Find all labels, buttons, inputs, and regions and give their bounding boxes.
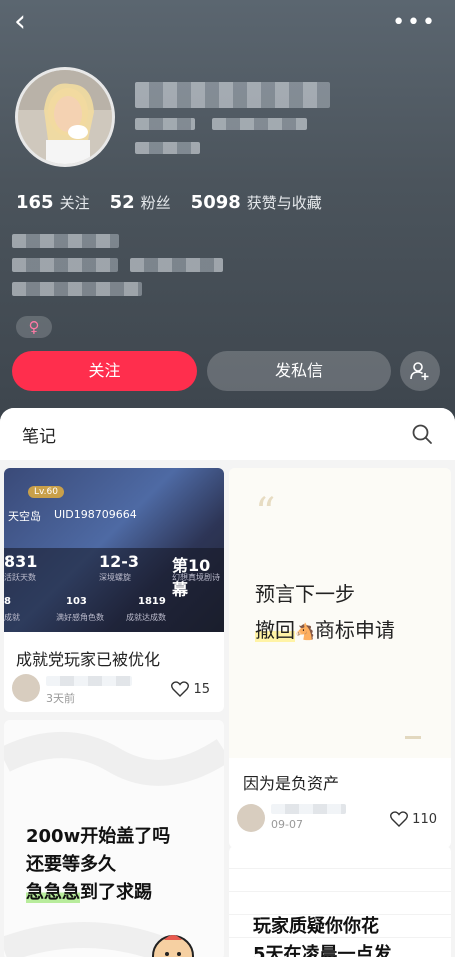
- follow-button[interactable]: 关注: [12, 351, 197, 391]
- notes-tabbar: 笔记: [0, 408, 455, 460]
- ip-blurred: [212, 118, 307, 130]
- stat-following[interactable]: 165 关注: [16, 192, 90, 213]
- game-stat-label: 成就达成数: [126, 613, 166, 622]
- cover-line: 5天在凌晨一点发: [253, 944, 392, 957]
- profile-header: ‹ ••• 165 关注 52 粉丝 5098 获赞与收藏 ♀ 关注 发私信: [0, 0, 455, 410]
- game-uid: UID198709664: [54, 508, 137, 521]
- bio-line-1: [12, 234, 119, 248]
- divider: [405, 736, 421, 739]
- game-stat-label: 满好感角色数: [56, 613, 104, 622]
- notes-sheet: 笔记 Lv.60 天空岛 UID198709664 831 活跃天数 12-3 …: [0, 408, 455, 957]
- game-stat-value: 12-3: [99, 552, 140, 571]
- note-date: 09-07: [271, 818, 303, 831]
- bio-line-2b: [130, 258, 223, 272]
- add-user-icon: [410, 362, 429, 380]
- like-count: 15: [193, 681, 210, 697]
- avatar-image: [18, 70, 112, 164]
- back-icon[interactable]: ‹: [14, 7, 42, 38]
- author-avatar: [12, 674, 40, 702]
- more-icon[interactable]: •••: [392, 10, 437, 35]
- profile-stats: 165 关注 52 粉丝 5098 获赞与收藏: [16, 192, 322, 213]
- note-card[interactable]: 200w开始盖了吗 还要等多久 急急急到了求踢: [4, 720, 224, 957]
- note-card[interactable]: 玩家质疑你你花 5天在凌晨一点发: [229, 846, 451, 957]
- horse-icon: 🐴: [295, 622, 315, 641]
- like-button[interactable]: 15: [171, 681, 210, 697]
- note-card[interactable]: “ 预言下一步 撤回🐴商标申请 因为是负资产 09-07 110: [229, 468, 451, 848]
- game-stat-value: 8: [4, 596, 11, 607]
- like-button[interactable]: 110: [390, 811, 437, 827]
- game-stat-value: 831: [4, 552, 38, 571]
- add-friend-button[interactable]: [400, 351, 440, 391]
- meta-blurred: [135, 142, 200, 154]
- bio-line-2a: [12, 258, 118, 272]
- stat-followers[interactable]: 52 粉丝: [110, 192, 171, 213]
- author-avatar: [237, 804, 265, 832]
- search-icon: [412, 424, 432, 444]
- mascot-icon: [152, 935, 194, 957]
- author-name-blurred: [46, 676, 132, 686]
- note-title: 成就党玩家已被优化: [16, 650, 161, 669]
- gender-badge: ♀: [16, 316, 52, 338]
- game-stats: 831 活跃天数 12-3 深境螺旋 第10幕 幻想真境剧诗 8 成就 103 …: [4, 548, 224, 632]
- search-button[interactable]: [411, 423, 433, 449]
- note-card[interactable]: Lv.60 天空岛 UID198709664 831 活跃天数 12-3 深境螺…: [4, 468, 224, 712]
- bio-line-3: [12, 282, 142, 296]
- cover-line: 200w开始盖了吗: [26, 826, 171, 847]
- id-blurred: [135, 118, 195, 130]
- cover-line: 撤回🐴商标申请: [255, 618, 395, 642]
- game-profile-image: Lv.60 天空岛 UID198709664 831 活跃天数 12-3 深境螺…: [4, 468, 224, 632]
- cover-line: 还要等多久: [26, 854, 116, 875]
- game-stat-label: 活跃天数: [4, 573, 36, 582]
- game-stat-value: 103: [66, 596, 87, 607]
- quote-icon: “: [255, 490, 276, 536]
- note-title: 因为是负资产: [243, 774, 340, 793]
- tab-notes[interactable]: 笔记: [22, 422, 56, 447]
- author-name-blurred: [271, 804, 346, 814]
- stat-likes[interactable]: 5098 获赞与收藏: [191, 192, 322, 213]
- message-button[interactable]: 发私信: [207, 351, 391, 391]
- game-stat-label: 成就: [4, 613, 20, 622]
- cover-line: 急急急到了求踢: [26, 882, 152, 903]
- cover-line: 预言下一步: [255, 582, 355, 606]
- server-name: 天空岛: [8, 510, 41, 523]
- heart-icon: [171, 681, 190, 697]
- username-blurred: [135, 82, 330, 108]
- game-stat-value: 1819: [138, 596, 166, 607]
- game-stat-label: 幻想真境剧诗: [172, 573, 220, 582]
- level-badge: Lv.60: [28, 486, 64, 498]
- note-date: 3天前: [46, 692, 75, 705]
- heart-icon: [390, 811, 409, 827]
- cover-line: 玩家质疑你你花: [253, 916, 379, 937]
- like-count: 110: [412, 811, 437, 827]
- game-stat-label: 深境螺旋: [99, 573, 131, 582]
- avatar[interactable]: [15, 67, 115, 167]
